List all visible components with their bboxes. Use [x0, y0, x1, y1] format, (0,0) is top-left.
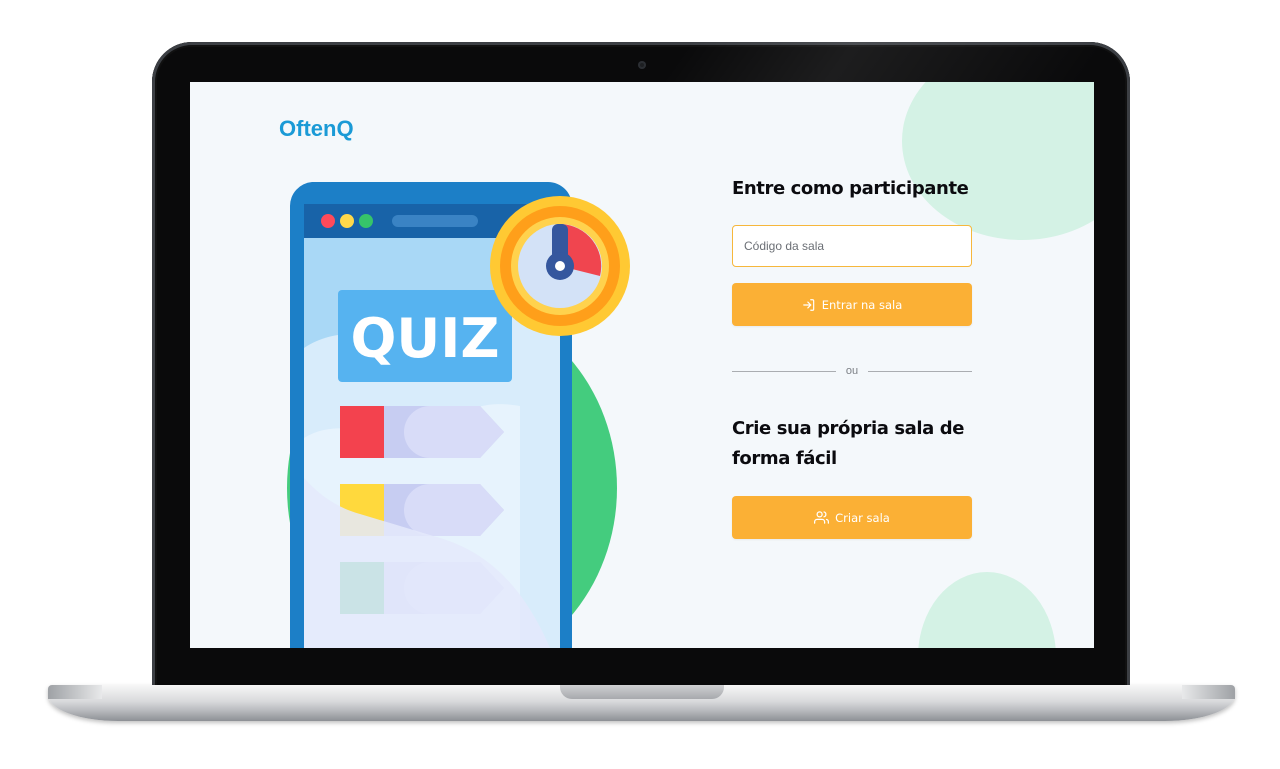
decorative-blob-top — [902, 82, 1094, 240]
enter-room-label: Entrar na sala — [821, 297, 903, 312]
address-bar — [392, 215, 478, 227]
create-room-label: Criar sala — [835, 510, 890, 525]
timer-icon — [490, 196, 630, 336]
create-room-button[interactable]: Criar sala — [732, 496, 972, 539]
answer-row-red — [340, 406, 504, 458]
laptop-base-left-edge — [48, 685, 102, 699]
divider: ou — [732, 364, 972, 378]
room-code-input[interactable] — [732, 225, 972, 267]
app-screen: OftenQ QUIZ Entre como participante Códi… — [190, 82, 1094, 648]
divider-line-right — [868, 370, 972, 372]
app-logo[interactable]: OftenQ — [279, 116, 354, 142]
join-title: Entre como participante — [732, 178, 969, 199]
quiz-illustration: QUIZ — [287, 182, 630, 648]
enter-room-button[interactable]: Entrar na sala — [732, 283, 972, 326]
camera-icon — [638, 61, 646, 69]
window-dot-red — [321, 214, 335, 228]
log-in-icon — [802, 298, 814, 311]
divider-line-left — [732, 370, 836, 372]
laptop-notch — [560, 685, 724, 699]
window-dot-green — [359, 214, 373, 228]
decorative-blob-bottom — [918, 572, 1056, 648]
create-title: Crie sua própria sala de forma fácil — [732, 418, 965, 469]
users-icon — [814, 511, 830, 524]
divider-label: ou — [845, 365, 859, 377]
window-dot-yellow — [340, 214, 354, 228]
laptop-base-right-edge — [1182, 685, 1235, 699]
quiz-sign-text: QUIZ — [350, 307, 499, 370]
